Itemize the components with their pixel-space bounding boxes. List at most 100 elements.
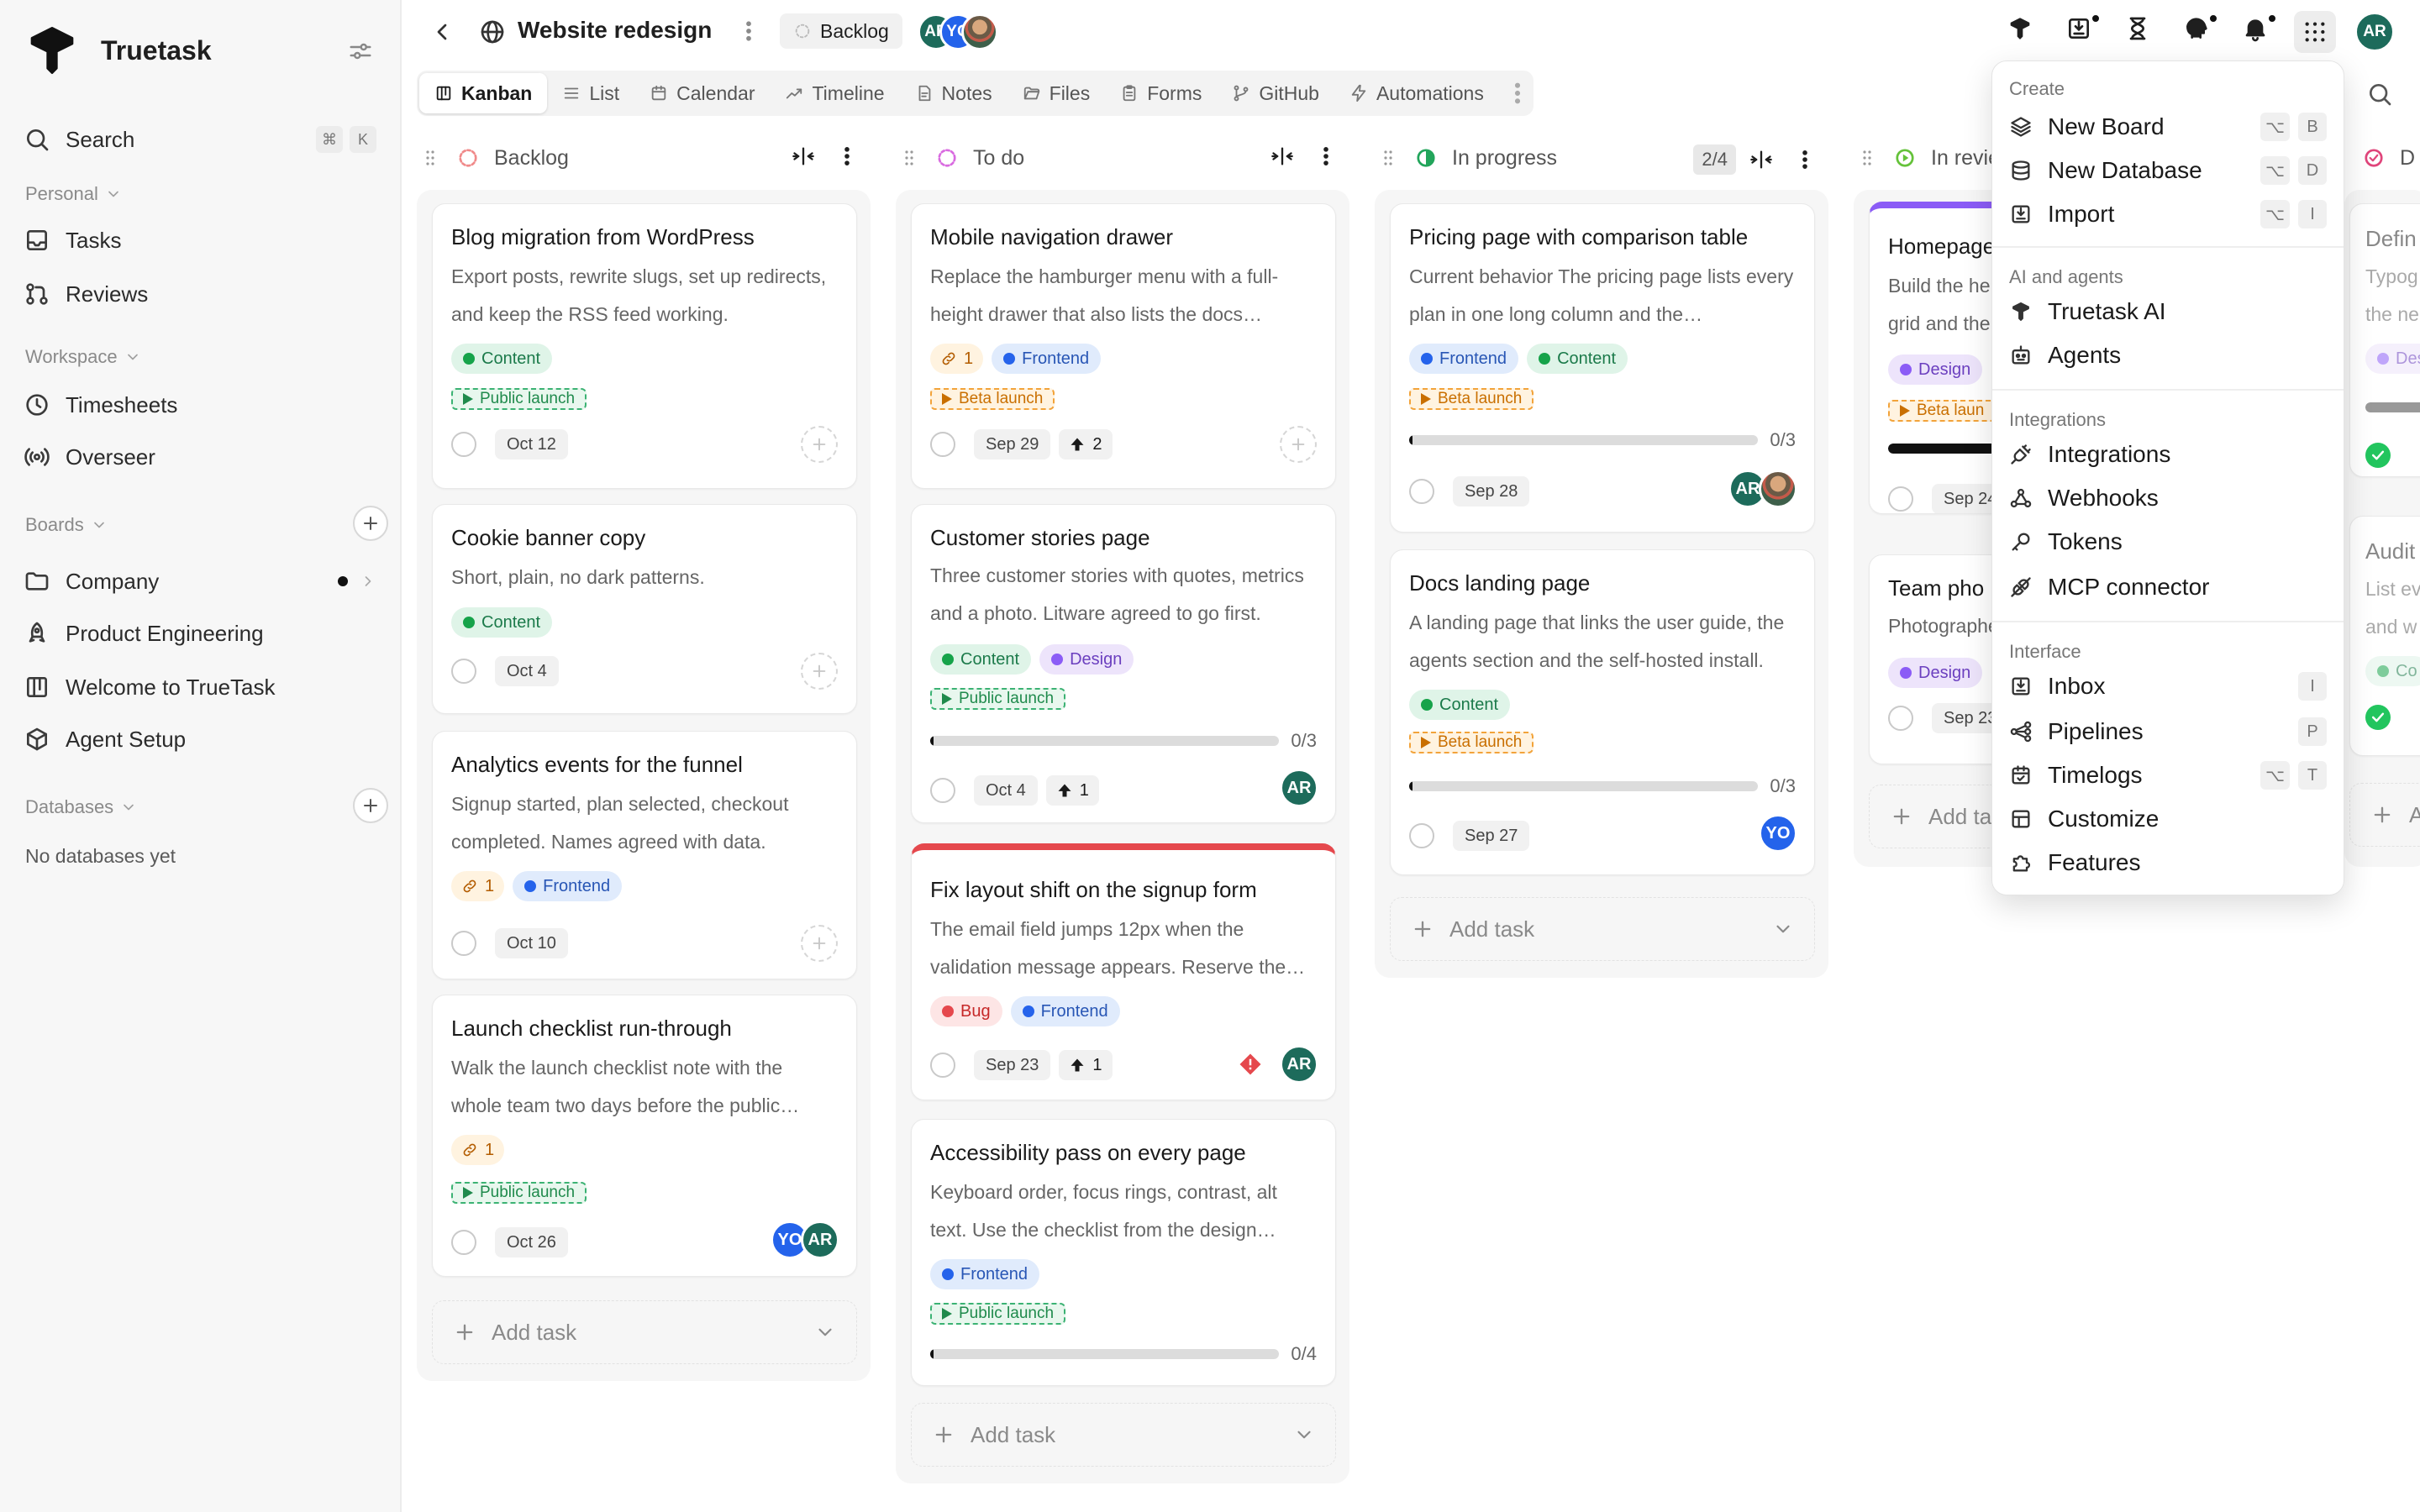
column-header-in-progress[interactable]: In progress 2/4 bbox=[1378, 141, 1817, 175]
agent-activity-button[interactable] bbox=[2183, 13, 2218, 49]
add-task-button[interactable]: Add task bbox=[432, 1300, 857, 1364]
sidebar-item-timesheets[interactable]: Timesheets bbox=[24, 381, 376, 428]
drag-handle-icon[interactable] bbox=[420, 148, 440, 168]
complete-checkbox[interactable] bbox=[2365, 443, 2391, 468]
assignees[interactable]: AR bbox=[1280, 1045, 1318, 1084]
milestone-badge[interactable]: Beta launch bbox=[930, 388, 1055, 410]
tag-design[interactable]: Design bbox=[1039, 644, 1134, 675]
ai-button[interactable] bbox=[2007, 15, 2040, 49]
due-date[interactable]: Oct 4 bbox=[495, 656, 559, 686]
linked-items-badge[interactable]: 1 bbox=[930, 344, 984, 374]
tab-notes[interactable]: Notes bbox=[900, 73, 1007, 113]
menu-item-agents[interactable]: Agents bbox=[2001, 333, 2335, 377]
sidebar-settings-icon[interactable] bbox=[348, 39, 373, 64]
apps-menu-button[interactable] bbox=[2294, 11, 2336, 53]
tag-frontend[interactable]: Frontend bbox=[1409, 344, 1519, 374]
add-assignee-button[interactable] bbox=[801, 653, 838, 690]
tab-forms[interactable]: Forms bbox=[1105, 73, 1217, 113]
task-card[interactable]: Mobile navigation drawer Replace the ham… bbox=[911, 203, 1336, 489]
column-header-backlog[interactable]: Backlog bbox=[420, 141, 859, 175]
complete-checkbox[interactable] bbox=[451, 432, 476, 457]
upvote-button[interactable]: 2 bbox=[1059, 429, 1113, 459]
task-card[interactable]: Defin Typogthe ne Des bbox=[2349, 203, 2420, 477]
milestone-badge[interactable]: Beta laun bbox=[1888, 400, 1996, 422]
milestone-badge[interactable]: Public launch bbox=[930, 1303, 1066, 1325]
complete-checkbox[interactable] bbox=[2365, 705, 2391, 730]
task-card[interactable]: Audit List ev and w Co bbox=[2349, 516, 2420, 756]
add-assignee-button[interactable] bbox=[801, 426, 838, 463]
complete-checkbox[interactable] bbox=[451, 659, 476, 684]
drag-handle-icon[interactable] bbox=[1857, 148, 1877, 168]
milestone-badge[interactable]: Beta launch bbox=[1409, 388, 1534, 410]
complete-checkbox[interactable] bbox=[930, 1053, 955, 1078]
column-menu-icon[interactable] bbox=[1793, 148, 1817, 171]
due-date[interactable]: Oct 4 bbox=[974, 775, 1038, 806]
complete-checkbox[interactable] bbox=[1409, 479, 1434, 504]
collapse-column-icon[interactable] bbox=[1749, 148, 1773, 171]
brand[interactable]: Truetask bbox=[25, 24, 212, 77]
sidebar-item-agent-setup[interactable]: Agent Setup bbox=[24, 716, 376, 763]
sidebar-item-company[interactable]: Company bbox=[24, 558, 376, 605]
task-card[interactable]: Blog migration from WordPress Export pos… bbox=[432, 203, 857, 489]
complete-checkbox[interactable] bbox=[1888, 486, 1913, 512]
add-assignee-button[interactable] bbox=[1280, 426, 1317, 463]
due-date[interactable]: Sep 28 bbox=[1453, 476, 1530, 507]
complete-checkbox[interactable] bbox=[930, 778, 955, 803]
tab-github[interactable]: GitHub bbox=[1217, 73, 1334, 113]
tab-files[interactable]: Files bbox=[1007, 73, 1106, 113]
sidebar-item-overseer[interactable]: Overseer bbox=[24, 433, 376, 480]
task-card[interactable]: Analytics events for the funnel Signup s… bbox=[432, 731, 857, 979]
tag-frontend[interactable]: Frontend bbox=[930, 1259, 1040, 1289]
back-icon[interactable] bbox=[429, 18, 455, 45]
task-card[interactable]: Pricing page with comparison table Curre… bbox=[1390, 203, 1815, 533]
notifications-button[interactable] bbox=[2242, 13, 2277, 49]
due-date[interactable]: Sep 29 bbox=[974, 429, 1051, 459]
upvote-button[interactable]: 1 bbox=[1045, 775, 1099, 806]
inbox-button[interactable] bbox=[2065, 13, 2101, 49]
task-card[interactable]: Launch checklist run-through Walk the la… bbox=[432, 995, 857, 1277]
complete-checkbox[interactable] bbox=[930, 432, 955, 457]
sidebar-item-tasks[interactable]: Tasks bbox=[24, 217, 376, 264]
board-menu-icon[interactable] bbox=[736, 18, 761, 44]
add-database-button[interactable] bbox=[353, 788, 388, 823]
column-menu-icon[interactable] bbox=[1314, 144, 1338, 168]
milestone-badge[interactable]: Public launch bbox=[451, 388, 587, 410]
chevron-right-icon[interactable] bbox=[360, 573, 376, 590]
tag-frontend[interactable]: Frontend bbox=[513, 871, 623, 901]
tab-list[interactable]: List bbox=[547, 73, 634, 113]
complete-checkbox[interactable] bbox=[451, 931, 476, 956]
tag-design[interactable]: Des bbox=[2365, 344, 2420, 374]
complete-checkbox[interactable] bbox=[451, 1230, 476, 1255]
tab-kanban[interactable]: Kanban bbox=[419, 73, 548, 113]
task-card[interactable]: Cookie banner copy Short, plain, no dark… bbox=[432, 504, 857, 714]
linked-items-badge[interactable]: 1 bbox=[451, 871, 505, 901]
tag-content[interactable]: Co bbox=[2365, 656, 2420, 686]
tag-content[interactable]: Content bbox=[451, 344, 553, 374]
add-task-button[interactable]: A bbox=[2349, 783, 2420, 847]
add-task-button[interactable]: Add task bbox=[911, 1403, 1336, 1467]
task-card[interactable]: Docs landing page A landing page that li… bbox=[1390, 549, 1815, 875]
section-workspace[interactable]: Workspace bbox=[25, 346, 141, 368]
tag-frontend[interactable]: Frontend bbox=[1010, 996, 1120, 1026]
menu-item-customize[interactable]: Customize bbox=[2001, 797, 2335, 841]
tag-content[interactable]: Content bbox=[930, 644, 1032, 675]
board-members[interactable]: AR YO bbox=[918, 13, 998, 50]
due-date[interactable]: Oct 10 bbox=[495, 928, 568, 958]
menu-item-tokens[interactable]: Tokens bbox=[2001, 520, 2335, 564]
menu-item-pipelines[interactable]: Pipelines P bbox=[2001, 710, 2335, 753]
menu-item-new-board[interactable]: New Board ⌥ B bbox=[2001, 105, 2335, 149]
menu-item-import[interactable]: Import ⌥ I bbox=[2001, 192, 2335, 236]
linked-items-badge[interactable]: 1 bbox=[451, 1135, 505, 1165]
tab-automations[interactable]: Automations bbox=[1334, 73, 1499, 113]
menu-item-timelogs[interactable]: Timelogs ⌥ T bbox=[2001, 753, 2335, 797]
user-avatar[interactable]: AR bbox=[2354, 12, 2395, 52]
column-menu-icon[interactable] bbox=[835, 144, 859, 168]
menu-item-features[interactable]: Features bbox=[2001, 841, 2335, 885]
menu-item-truetask-ai[interactable]: Truetask AI bbox=[2001, 290, 2335, 333]
status-badge[interactable]: Backlog bbox=[780, 13, 902, 49]
due-date[interactable]: Oct 26 bbox=[495, 1227, 568, 1257]
search-icon[interactable] bbox=[2366, 81, 2393, 108]
sidebar-item-product-engineering[interactable]: Product Engineering bbox=[24, 610, 376, 657]
milestone-badge[interactable]: Beta launch bbox=[1409, 732, 1534, 753]
task-card-urgent[interactable]: Fix layout shift on the signup form The … bbox=[911, 843, 1336, 1100]
